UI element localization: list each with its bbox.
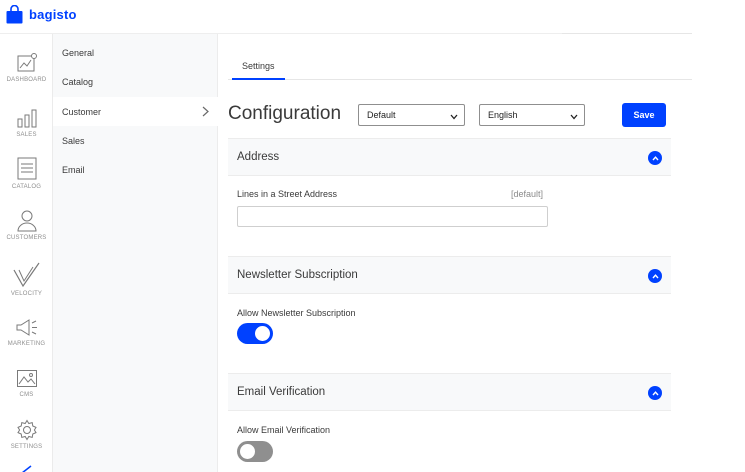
- chevron-up-icon[interactable]: [648, 151, 662, 165]
- submenu-item-email[interactable]: Email: [53, 155, 218, 184]
- nav-cms-label: CMS: [19, 392, 34, 398]
- nav-marketing-label: MARKETING: [7, 341, 46, 347]
- chevron-up-icon[interactable]: [648, 386, 662, 400]
- nav-dashboard-label: DASHBOARD: [6, 77, 47, 83]
- velocity-logo-icon: [12, 262, 39, 288]
- switch-knob: [255, 326, 270, 341]
- address-section-header[interactable]: Address: [228, 138, 671, 176]
- page-title: Configuration: [228, 103, 342, 124]
- nav-customers-label: CUSTOMERS: [6, 235, 47, 241]
- channel-select-value: Default: [367, 110, 396, 120]
- nav-sales-label: SALES: [16, 132, 37, 138]
- channel-select[interactable]: Default: [358, 104, 465, 126]
- nav-velocity-label: VELOCITY: [10, 291, 43, 297]
- submenu-item-catalog[interactable]: Catalog: [53, 67, 218, 96]
- brand-name: bagisto: [29, 7, 77, 22]
- submenu-item-sales[interactable]: Sales: [53, 126, 218, 155]
- nav-cms[interactable]: CMS: [0, 369, 53, 398]
- newsletter-toggle-switch[interactable]: [237, 323, 273, 344]
- brand-logo[interactable]: bagisto: [6, 4, 77, 24]
- catalog-list-icon: [17, 157, 36, 180]
- section-title: Address: [237, 151, 280, 163]
- dashboard-icon: [17, 53, 37, 72]
- marketing-megaphone-icon: [16, 319, 37, 336]
- chevron-down-icon: [450, 112, 458, 122]
- email-verification-toggle-switch[interactable]: [237, 441, 273, 462]
- sales-bar-chart-icon: [17, 109, 36, 128]
- submenu-item-label: Email: [62, 164, 85, 175]
- chevron-down-icon: [570, 112, 578, 122]
- customers-person-icon: [16, 210, 37, 232]
- settings-gear-icon: [16, 419, 37, 441]
- submenu-item-customer[interactable]: Customer: [53, 97, 218, 126]
- configuration-submenu: General Catalog Customer Sales Email: [53, 34, 218, 472]
- nav-more[interactable]: [0, 464, 53, 472]
- top-bar: bagisto: [0, 0, 692, 34]
- cms-image-icon: [16, 370, 37, 387]
- scope-hint: [default]: [511, 189, 544, 199]
- section-title: Email Verification: [237, 386, 326, 398]
- save-button[interactable]: Save: [622, 103, 666, 127]
- submenu-item-label: General: [62, 47, 95, 58]
- newsletter-section-header[interactable]: Newsletter Subscription: [228, 256, 671, 294]
- nav-velocity[interactable]: VELOCITY: [0, 262, 53, 297]
- pencil-icon: [21, 465, 31, 472]
- locale-select-value: English: [488, 110, 518, 120]
- chevron-right-icon: [202, 106, 209, 119]
- street-lines-label: Lines in a Street Address: [237, 189, 338, 199]
- main-nav-rail: DASHBOARD SALES CATALOG CUSTOMERS VELOCI…: [0, 34, 53, 472]
- email-verification-toggle-label: Allow Email Verification: [237, 425, 331, 435]
- submenu-item-general[interactable]: General: [53, 38, 218, 67]
- tab-bar: Settings: [228, 54, 692, 80]
- shopping-bag-icon: [6, 4, 23, 24]
- submenu-item-label: Sales: [62, 135, 85, 146]
- nav-sales[interactable]: SALES: [0, 107, 53, 138]
- newsletter-toggle-label: Allow Newsletter Subscription: [237, 308, 356, 318]
- submenu-item-label: Customer: [62, 106, 102, 117]
- chevron-up-icon[interactable]: [648, 269, 662, 283]
- street-lines-input[interactable]: [237, 206, 548, 227]
- nav-marketing[interactable]: MARKETING: [0, 318, 53, 347]
- nav-dashboard[interactable]: DASHBOARD: [0, 52, 53, 83]
- tab-settings[interactable]: Settings: [232, 54, 285, 80]
- nav-catalog-label: CATALOG: [11, 184, 42, 190]
- locale-select[interactable]: English: [479, 104, 585, 126]
- nav-settings-label: SETTINGS: [10, 444, 43, 450]
- nav-customers[interactable]: CUSTOMERS: [0, 209, 53, 241]
- section-title: Newsletter Subscription: [237, 269, 358, 281]
- switch-knob: [240, 444, 255, 459]
- submenu-item-label: Catalog: [62, 76, 94, 87]
- main-content: Settings Configuration Default English S…: [219, 34, 693, 472]
- email-verification-section-header[interactable]: Email Verification: [228, 373, 671, 411]
- nav-settings[interactable]: SETTINGS: [0, 419, 53, 450]
- nav-catalog[interactable]: CATALOG: [0, 157, 53, 190]
